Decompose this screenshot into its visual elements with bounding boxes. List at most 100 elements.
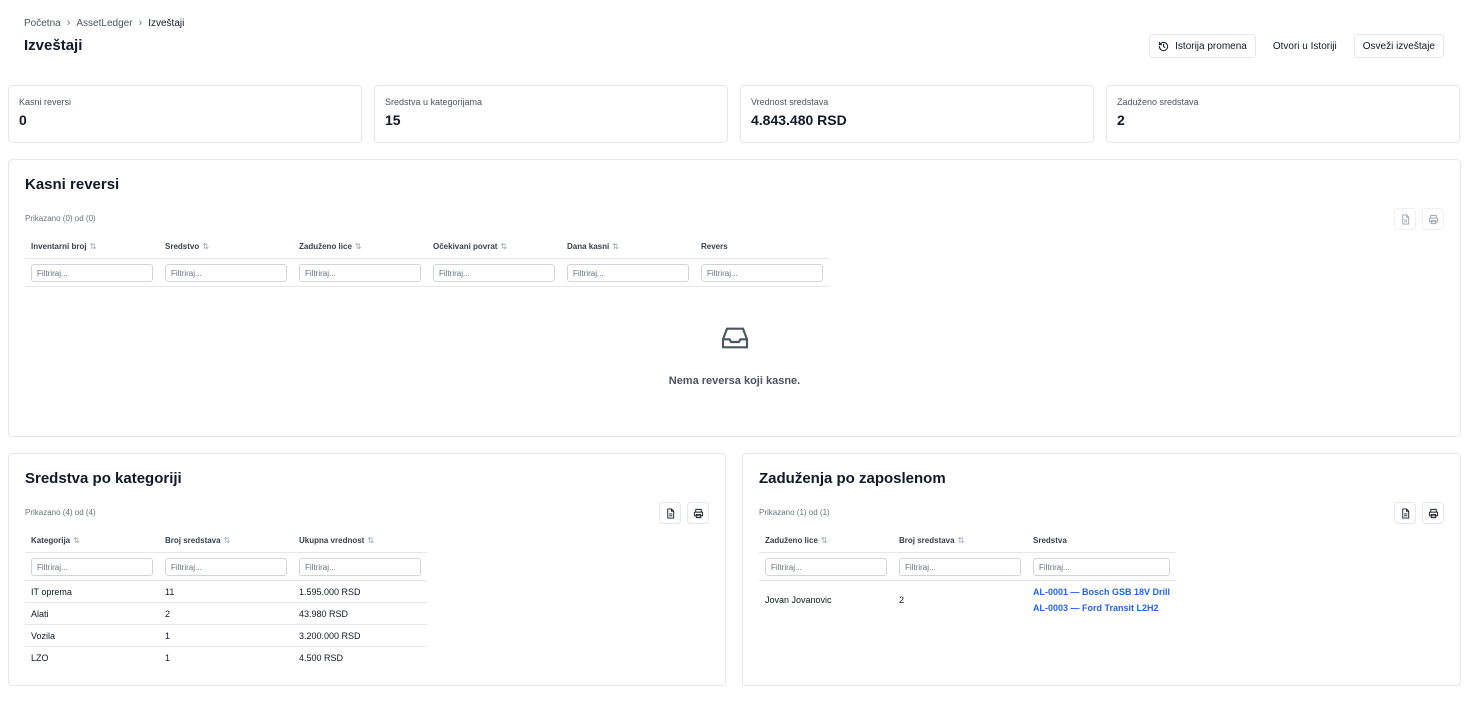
- assignments-by-employee-card: Zaduženja po zaposlenom Prikazano (1) od…: [742, 453, 1461, 686]
- export-csv-button[interactable]: [1394, 502, 1416, 524]
- printer-icon: [1428, 508, 1438, 518]
- table-row: LZO 1 4.500 RSD: [31, 652, 344, 663]
- breadcrumb-current: Izveštaji: [148, 17, 185, 29]
- column-header[interactable]: Inventarni broj ⇅: [25, 236, 159, 259]
- printer-icon: [1428, 214, 1438, 224]
- page-header: Početna › AssetLedger › Izveštaji Izvešt…: [24, 14, 184, 54]
- shown-count: Prikazano (4) od (4): [25, 508, 96, 517]
- card-title: Sredstva po kategoriji: [25, 470, 182, 487]
- header-actions: Istorija promena Otvori u Istoriji Osvež…: [1149, 34, 1444, 58]
- print-button[interactable]: [1422, 502, 1444, 524]
- sort-icon: ⇅: [223, 536, 231, 546]
- stat-label: Vrednost sredstava: [751, 97, 829, 107]
- column-header[interactable]: Broj sredstava ⇅: [159, 530, 293, 553]
- column-header[interactable]: Sredstvo ⇅: [159, 236, 293, 259]
- stat-value: 4.843.480 RSD: [751, 112, 847, 128]
- export-csv-button[interactable]: [1394, 208, 1416, 230]
- sort-icon: ⇅: [820, 536, 828, 546]
- column-header[interactable]: Zaduženo lice ⇅: [293, 236, 427, 259]
- filter-input[interactable]: [701, 264, 823, 282]
- filter-input[interactable]: [299, 558, 421, 576]
- print-button[interactable]: [687, 502, 709, 524]
- column-header[interactable]: Zaduženo lice ⇅: [759, 530, 893, 553]
- shown-count: Prikazano (1) od (1): [759, 508, 830, 517]
- stat-late-reverses: Kasni reversi 0: [8, 85, 362, 143]
- sort-icon: ⇅: [500, 242, 508, 252]
- stat-label: Sredstva u kategorijama: [385, 97, 483, 107]
- filter-input[interactable]: [433, 264, 555, 282]
- sort-icon: ⇅: [89, 242, 97, 252]
- filter-input[interactable]: [165, 264, 287, 282]
- breadcrumb-app[interactable]: AssetLedger: [76, 18, 132, 29]
- stat-value: 2: [1117, 112, 1125, 128]
- open-history-button-label: Otvori u Istoriji: [1272, 40, 1337, 52]
- empty-state-text: Nema reversa koji kasne.: [668, 375, 801, 387]
- document-icon: [666, 507, 674, 519]
- filter-input[interactable]: [1033, 558, 1171, 576]
- asset-link[interactable]: AL-0003 — Ford Transit L2H2: [1033, 600, 1170, 616]
- document-icon: [1401, 213, 1409, 225]
- export-csv-button[interactable]: [659, 502, 681, 524]
- history-icon: [1159, 41, 1169, 51]
- filter-input[interactable]: [567, 264, 689, 282]
- document-icon: [1401, 507, 1409, 519]
- filter-input[interactable]: [899, 558, 1021, 576]
- assets-by-category-card: Sredstva po kategoriji Prikazano (4) od …: [8, 453, 726, 686]
- export-buttons: [1394, 208, 1444, 230]
- chevron-right-icon: ›: [138, 17, 143, 29]
- shown-count: Prikazano (0) od (0): [25, 214, 96, 223]
- stat-label: Kasni reversi: [19, 97, 72, 107]
- column-header[interactable]: Dana kasni ⇅: [561, 236, 695, 259]
- breadcrumb: Početna › AssetLedger › Izveštaji: [24, 14, 184, 32]
- late-reverses-card: Kasni reversi Prikazano (0) od (0) Inven…: [8, 159, 1461, 437]
- table-row: Vozila 1 3.200.000 RSD: [25, 624, 427, 647]
- column-header: Revers: [695, 236, 829, 259]
- sort-icon: ⇅: [202, 242, 209, 252]
- export-buttons: [659, 502, 709, 524]
- column-header[interactable]: Očekivani povrat ⇅: [427, 236, 561, 259]
- stats-row: Kasni reversi 0 Sredstva u kategorijama …: [8, 85, 1460, 143]
- stat-asset-value: Vrednost sredstava 4.843.480 RSD: [740, 85, 1094, 143]
- inbox-icon: [721, 327, 748, 349]
- history-button-label: Istorija promena: [1175, 40, 1247, 52]
- assets-by-category-table: Kategorija ⇅ Broj sredstava ⇅ Ukupna vredn…: [25, 530, 427, 669]
- filter-input[interactable]: [299, 264, 421, 282]
- empty-state: Nema reversa koji kasne.: [9, 322, 1460, 387]
- refresh-reports-button[interactable]: Osveži izveštaje: [1353, 34, 1444, 58]
- printer-icon: [693, 508, 703, 518]
- filter-input[interactable]: [31, 558, 153, 576]
- table-row: Alati 2 43.980 RSD: [25, 602, 427, 625]
- sort-icon: ⇅: [73, 536, 80, 546]
- chevron-right-icon: ›: [66, 17, 71, 29]
- card-title: Kasni reversi: [25, 176, 120, 193]
- history-button[interactable]: Istorija promena: [1149, 34, 1256, 58]
- asset-link[interactable]: AL-0001 — Bosch GSB 18V Drill: [1033, 584, 1170, 600]
- filter-input[interactable]: [165, 558, 287, 576]
- sort-icon: ⇅: [354, 242, 362, 252]
- filter-input[interactable]: [31, 264, 153, 282]
- table-row: IT oprema 11 1.595.000 RSD: [25, 580, 427, 603]
- refresh-reports-button-label: Osveži izveštaje: [1362, 40, 1435, 52]
- breadcrumb-home[interactable]: Početna: [24, 18, 61, 29]
- stat-assigned-assets: Zaduženo sredstava 2: [1106, 85, 1460, 143]
- filter-input[interactable]: [765, 558, 887, 576]
- sort-icon: ⇅: [612, 242, 619, 252]
- stat-assets-in-categories: Sredstva u kategorijama 15: [374, 85, 728, 143]
- table-row: Jovan Jovanovic 2 AL-0001 — Bosch GSB 18…: [759, 581, 1176, 619]
- stat-value: 0: [19, 112, 27, 128]
- column-header[interactable]: Ukupna vrednost ⇅: [293, 530, 427, 553]
- stat-label: Zaduženo sredstava: [1117, 97, 1199, 107]
- export-buttons: [1394, 502, 1444, 524]
- sort-icon: ⇅: [957, 536, 965, 546]
- card-title: Zaduženja po zaposlenom: [759, 470, 946, 487]
- assignments-by-employee-table: Zaduženo lice ⇅ Broj sredstava ⇅ Sredstva …: [759, 530, 1177, 619]
- print-button[interactable]: [1422, 208, 1444, 230]
- page-title: Izveštaji: [24, 37, 83, 54]
- column-header[interactable]: Broj sredstava ⇅: [893, 530, 1027, 553]
- sort-icon: ⇅: [367, 536, 375, 546]
- late-reverses-table: Inventarni broj ⇅ Sredstvo ⇅ Zaduženo lice…: [25, 236, 829, 287]
- column-header[interactable]: Kategorija ⇅: [25, 530, 159, 553]
- column-header: Sredstva: [1027, 530, 1177, 553]
- open-history-button[interactable]: Otvori u Istoriji: [1263, 34, 1346, 58]
- stat-value: 15: [385, 112, 401, 128]
